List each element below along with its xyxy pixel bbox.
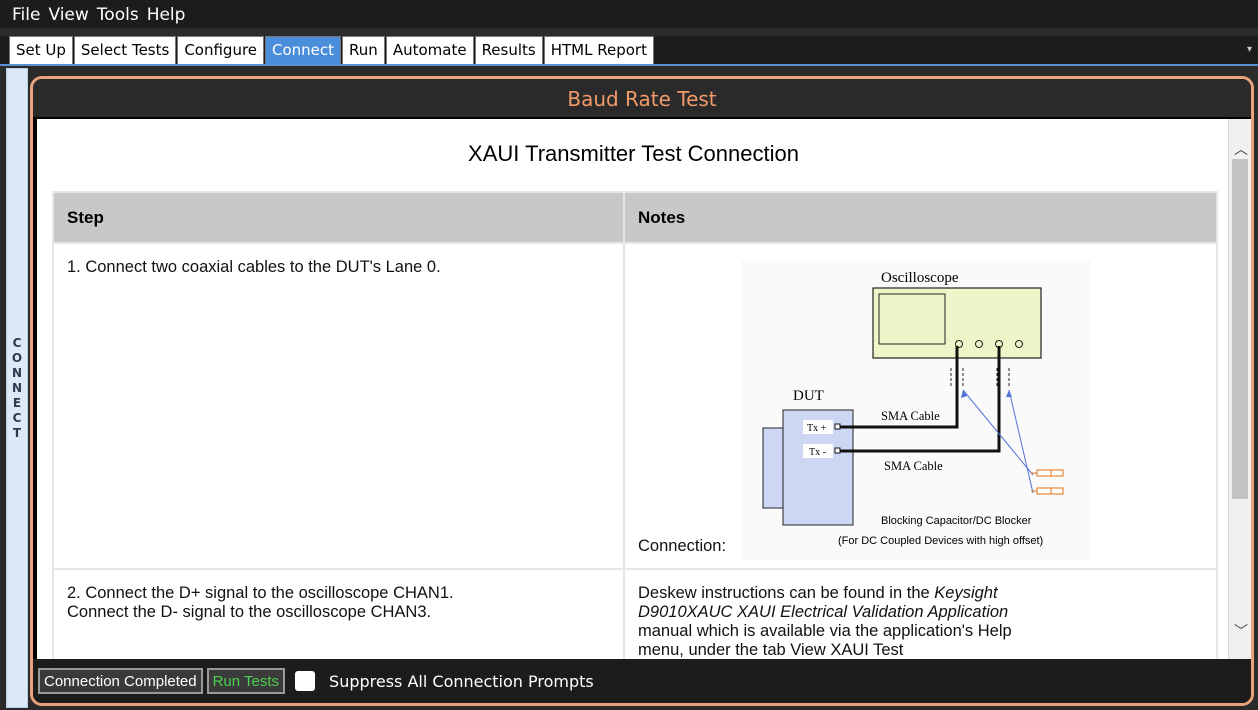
tab-connect[interactable]: Connect — [265, 36, 342, 64]
step-1-notes: Oscilloscope DUT Tx + Tx - SMA Cable SMA… — [623, 242, 1218, 570]
scrollbar-thumb[interactable] — [1232, 159, 1248, 499]
tab-automate[interactable]: Automate — [385, 36, 474, 64]
connection-content: XAUI Transmitter Test Connection Step No… — [37, 119, 1230, 661]
side-label-letter: C — [12, 335, 22, 350]
side-label-letter: N — [11, 380, 23, 395]
bottom-toolbar: Connection Completed Run Tests Suppress … — [33, 659, 1251, 703]
side-label-letter: C — [12, 410, 22, 425]
menu-file[interactable]: File — [12, 5, 40, 28]
table-row: 2. Connect the D+ signal to the oscillos… — [52, 568, 1218, 661]
menu-bar: File View Tools Help — [0, 0, 1258, 28]
menu-help[interactable]: Help — [147, 5, 186, 28]
diagram-tx-plus: Tx + — [807, 423, 827, 434]
page-title: XAUI Transmitter Test Connection — [468, 141, 799, 166]
suppress-prompts-label: Suppress All Connection Prompts — [329, 671, 594, 691]
header-step: Step — [52, 191, 625, 244]
step-1-text: 1. Connect two coaxial cables to the DUT… — [52, 242, 625, 570]
chevron-down-icon[interactable]: ▾ — [1247, 44, 1252, 55]
diagram-dut-label: DUT — [793, 388, 824, 404]
notes-text: Deskew instructions can be found in the — [638, 584, 935, 602]
chevron-down-icon[interactable]: ﹀ — [1234, 621, 1248, 641]
menu-tools[interactable]: Tools — [97, 5, 139, 28]
tab-run[interactable]: Run — [342, 36, 385, 64]
step-2-text: 2. Connect the D+ signal to the oscillos… — [52, 568, 625, 661]
table-row: 1. Connect two coaxial cables to the DUT… — [52, 242, 1218, 570]
side-label-letters: CONNECT — [12, 336, 22, 441]
side-label-letter: O — [11, 350, 23, 365]
connection-label: Connection: — [638, 537, 727, 555]
tab-results[interactable]: Results — [474, 36, 543, 64]
tab-bar: Set Up Select Tests Configure Connect Ru… — [0, 36, 1258, 66]
notes-text-end: manual which is available via the applic… — [638, 622, 1012, 659]
panel-title: Baud Rate Test — [33, 79, 1251, 117]
side-label-letter: N — [11, 365, 23, 380]
side-label-connect[interactable]: CONNECT — [6, 68, 28, 708]
run-tests-button[interactable]: Run Tests — [206, 668, 286, 694]
test-panel: Baud Rate Test XAUI Transmitter Test Con… — [30, 76, 1254, 706]
table-header-row: Step Notes — [52, 191, 1218, 244]
menu-view[interactable]: View — [48, 5, 88, 28]
diagram-tx-minus: Tx - — [809, 447, 826, 458]
chevron-up-icon[interactable]: ︿ — [1234, 139, 1248, 159]
vertical-scrollbar[interactable]: ︿ ﹀ — [1228, 119, 1251, 661]
tab-html-report[interactable]: HTML Report — [543, 36, 654, 64]
header-notes: Notes — [623, 191, 1218, 244]
diagram-blocker-label: Blocking Capacitor/DC Blocker — [881, 515, 1032, 527]
diagram-sma-cable-1: SMA Cable — [881, 409, 940, 423]
oscilloscope-screen — [878, 293, 946, 345]
connection-completed-button[interactable]: Connection Completed — [38, 668, 203, 694]
tab-configure[interactable]: Configure — [177, 36, 265, 64]
dut-side-block — [762, 427, 786, 509]
connection-diagram: Oscilloscope DUT Tx + Tx - SMA Cable SMA… — [741, 260, 1091, 560]
diagram-oscilloscope-label: Oscilloscope — [881, 270, 959, 286]
suppress-prompts-checkbox[interactable] — [295, 671, 316, 691]
side-label-letter: E — [12, 395, 22, 410]
tab-set-up[interactable]: Set Up — [9, 36, 73, 64]
tab-select-tests[interactable]: Select Tests — [73, 36, 177, 64]
step-2-notes: Deskew instructions can be found in the … — [623, 568, 1218, 661]
diagram-sma-cable-2: SMA Cable — [884, 459, 943, 473]
side-label-letter: T — [12, 425, 22, 440]
diagram-blocker-note: (For DC Coupled Devices with high offset… — [838, 535, 1043, 547]
steps-table: Step Notes 1. Connect two coaxial cables… — [52, 191, 1218, 661]
